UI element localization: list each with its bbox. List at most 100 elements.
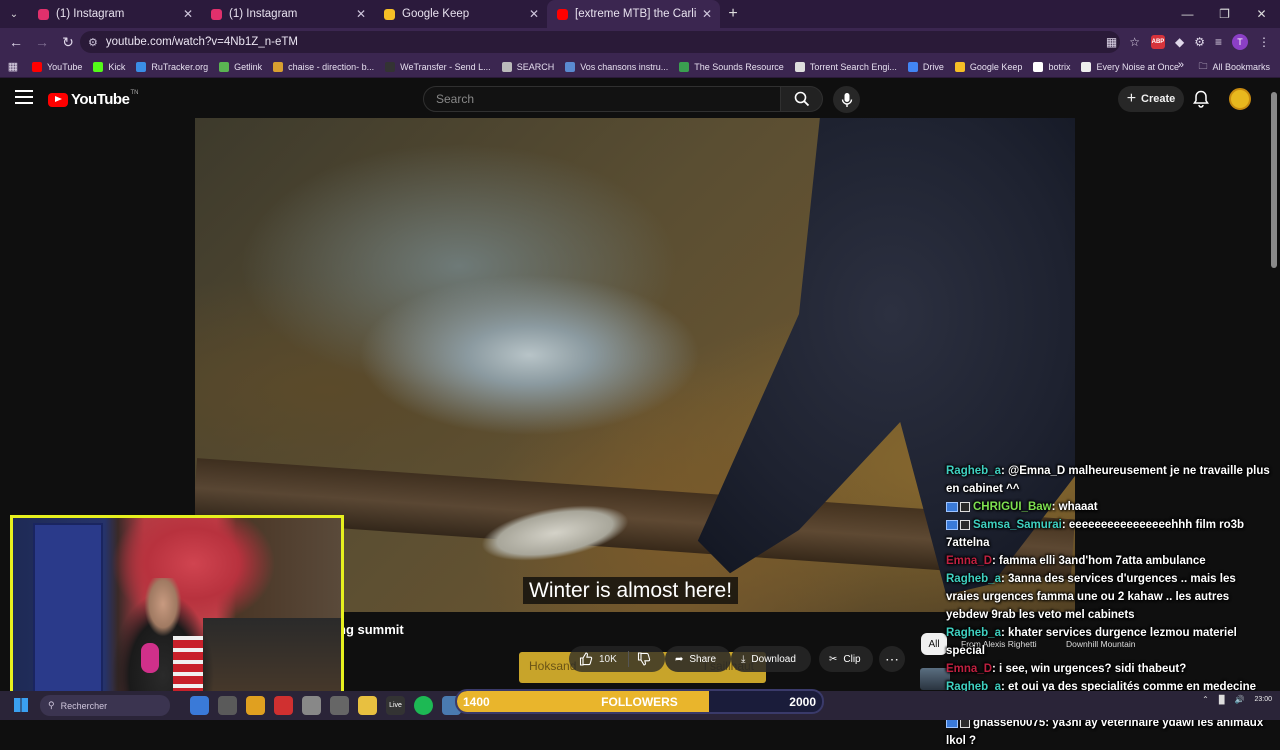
taskbar-live-icon[interactable]: Live — [386, 696, 405, 715]
taskbar-app-icon[interactable] — [274, 696, 293, 715]
bookmark-item[interactable]: RuTracker.org — [136, 61, 208, 72]
bookmark-item[interactable]: Torrent Search Engi... — [794, 61, 897, 72]
tray-chevron-icon[interactable]: ⌃ — [1202, 695, 1209, 704]
bookmark-item[interactable]: Drive — [907, 61, 944, 72]
chip-all[interactable]: All — [921, 633, 947, 655]
extensions-puzzle-icon[interactable]: ⚙ — [1194, 35, 1205, 49]
site-info-icon[interactable]: ⚙ — [88, 36, 98, 49]
close-tab-icon[interactable]: ✕ — [529, 7, 539, 21]
chat-username[interactable]: Ragheb_a — [946, 465, 1001, 477]
bookmark-favicon-icon — [1081, 61, 1092, 72]
bookmark-favicon-icon — [1033, 61, 1044, 72]
restore-button[interactable]: ❐ — [1206, 0, 1243, 28]
bookmark-item[interactable]: WeTransfer - Send L... — [385, 61, 491, 72]
tab-title: [extreme MTB] the Carlit peak — [575, 8, 696, 20]
taskbar-app-icon[interactable] — [302, 696, 321, 715]
bookmark-item[interactable]: Every Noise at Once — [1081, 61, 1179, 72]
bookmark-item[interactable]: chaise - direction- b... — [273, 61, 374, 72]
tray-volume-icon[interactable]: 🔊 — [1235, 695, 1245, 704]
create-label: Create — [1141, 93, 1176, 105]
new-tab-button[interactable]: + — [720, 0, 746, 28]
search-input[interactable]: Search — [423, 86, 781, 112]
share-button[interactable]: ➦ Share — [665, 646, 731, 672]
bookmark-item[interactable]: Google Keep — [954, 61, 1022, 72]
chat-message: Samsa_Samurai: eeeeeeeeeeeeeeeehhh film … — [946, 516, 1270, 552]
taskbar-search[interactable]: ⚲ Rechercher — [40, 695, 170, 716]
clip-button[interactable]: ✂ Clip — [819, 646, 873, 672]
bookmark-item[interactable]: botrix — [1033, 61, 1070, 72]
taskbar-app-icon[interactable] — [246, 696, 265, 715]
chat-message: Ragheb_a: @Emna_D malheureusement je ne … — [946, 462, 1270, 498]
bookmark-item[interactable]: YouTube — [32, 61, 83, 72]
browser-tab[interactable]: [extreme MTB] the Carlit peak ✕ — [547, 0, 720, 28]
taskbar-app-icon[interactable] — [218, 696, 237, 715]
windows-start-icon[interactable] — [14, 698, 28, 712]
chat-username[interactable]: Ragheb_a — [946, 627, 1001, 639]
taskbar-folder-icon[interactable] — [358, 696, 377, 715]
taskbar-app-icon[interactable] — [330, 696, 349, 715]
taskbar-clock[interactable]: 23:00 — [1254, 695, 1272, 704]
bookmark-star-icon[interactable]: ☆ — [1129, 35, 1140, 49]
taskbar-spotify-icon[interactable] — [414, 696, 433, 715]
hamburger-menu-icon[interactable] — [15, 90, 33, 104]
apps-grid-icon[interactable]: ▦ — [0, 60, 26, 73]
notifications-bell-icon[interactable] — [1191, 88, 1211, 110]
address-bar[interactable]: ⚙ youtube.com/watch?v=4Nb1Z_n-eTM — [80, 31, 1120, 53]
browser-tab[interactable]: Google Keep ✕ — [374, 0, 547, 28]
window-controls: — ❐ ✕ — [1169, 0, 1280, 28]
chat-username[interactable]: Samsa_Samurai — [973, 519, 1062, 531]
browser-tab[interactable]: (1) Instagram ✕ — [28, 0, 201, 28]
extension-icon[interactable]: ◆ — [1175, 35, 1184, 49]
subscriber-badge-icon — [946, 501, 958, 512]
close-window-button[interactable]: ✕ — [1243, 0, 1280, 28]
install-app-icon[interactable]: ▦ — [1106, 35, 1117, 49]
taskbar-app-icon[interactable] — [190, 696, 209, 715]
browser-tab[interactable]: (1) Instagram ✕ — [201, 0, 374, 28]
bookmark-item[interactable]: Getlink — [219, 61, 262, 72]
close-tab-icon[interactable]: ✕ — [702, 7, 712, 21]
profile-avatar[interactable]: T — [1232, 34, 1248, 50]
verified-badge-icon — [960, 519, 970, 530]
bookmark-label: YouTube — [47, 61, 83, 72]
browser-menu-icon[interactable]: ⋮ — [1258, 35, 1270, 49]
bookmark-label: SEARCH — [516, 61, 555, 72]
voice-search-button[interactable] — [833, 86, 860, 113]
minimize-button[interactable]: — — [1169, 0, 1206, 28]
like-count: 10K — [599, 653, 617, 665]
download-button[interactable]: ⤓ Download — [731, 646, 811, 672]
all-bookmarks-button[interactable]: 🗀 All Bookmarks — [1198, 56, 1270, 78]
bookmark-item[interactable]: SEARCH — [501, 61, 555, 72]
forward-button[interactable]: → — [30, 30, 54, 54]
reload-button[interactable]: ↻ — [56, 30, 80, 54]
tray-network-icon[interactable]: █ — [1219, 695, 1225, 704]
adblock-extension-icon[interactable]: ABP — [1150, 35, 1165, 49]
webcam-door — [33, 523, 103, 701]
dislike-button[interactable] — [629, 652, 651, 666]
bookmark-item[interactable]: Kick — [93, 61, 125, 72]
like-button[interactable]: 10K — [569, 651, 629, 667]
more-actions-icon[interactable]: ⋯ — [879, 646, 905, 672]
bookmark-favicon-icon — [136, 61, 147, 72]
chat-username[interactable]: Emna_D — [946, 555, 992, 567]
reading-list-icon[interactable]: ≡ — [1215, 35, 1222, 49]
bookmark-item[interactable]: The Sounds Resource — [679, 61, 784, 72]
chat-username[interactable]: CHRIGUI_Baw — [973, 501, 1052, 513]
country-code: TN — [130, 89, 139, 96]
tab-search-icon[interactable]: ⌄ — [0, 0, 28, 28]
bookmarks-overflow-icon[interactable]: » — [1178, 59, 1184, 71]
page-scrollbar[interactable] — [1271, 92, 1277, 268]
account-avatar[interactable] — [1229, 88, 1251, 110]
search-button[interactable] — [781, 86, 823, 112]
chat-username[interactable]: Emna_D — [946, 663, 992, 675]
youtube-logo[interactable]: YouTube TN — [48, 89, 139, 108]
create-button[interactable]: + Create — [1118, 86, 1184, 112]
close-tab-icon[interactable]: ✕ — [356, 7, 366, 21]
followers-goal: 2000 — [789, 695, 816, 709]
back-button[interactable]: ← — [4, 30, 28, 54]
bookmark-item[interactable]: Vos chansons instru... — [565, 61, 668, 72]
video-title: ng summit — [338, 622, 404, 637]
close-tab-icon[interactable]: ✕ — [183, 7, 193, 21]
chat-username[interactable]: Ragheb_a — [946, 573, 1001, 585]
bookmark-favicon-icon — [273, 61, 284, 72]
bookmark-favicon-icon — [385, 61, 396, 72]
